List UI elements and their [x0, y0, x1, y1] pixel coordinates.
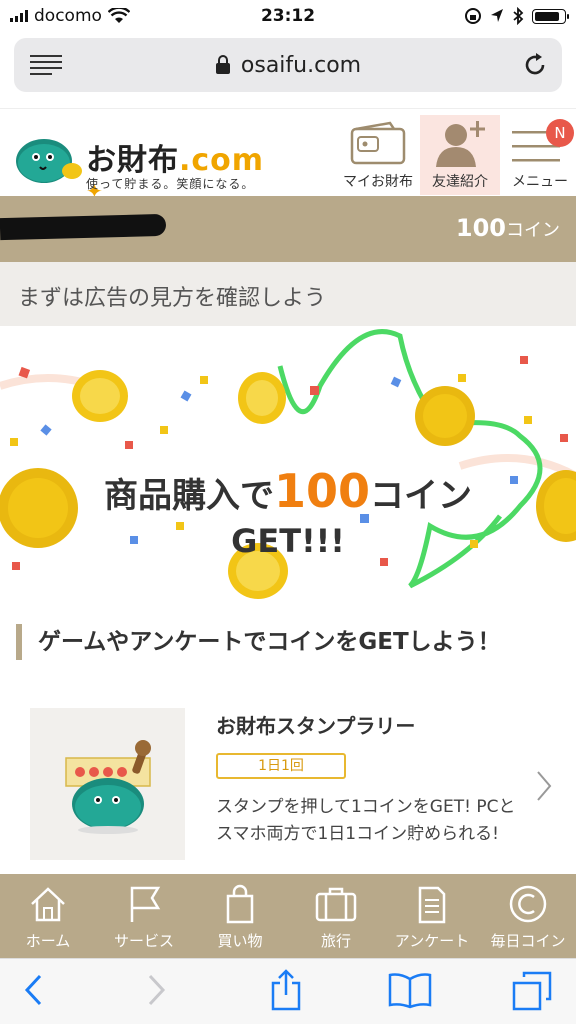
brand-name: お財布 — [86, 143, 179, 178]
stamp-mascot-icon — [65, 740, 151, 834]
coin-unit: コイン — [506, 220, 560, 241]
coin-c-icon — [509, 885, 547, 923]
nav-label: メニュー — [512, 174, 568, 190]
brand-domain: .com — [179, 143, 265, 178]
bottom-nav-daily-coin[interactable]: 毎日コイン — [480, 874, 576, 958]
banner-get-text: GET!!! — [231, 522, 345, 560]
card-thumbnail — [30, 708, 185, 860]
bottom-nav-home[interactable]: ホーム — [0, 874, 96, 958]
back-icon[interactable] — [24, 973, 44, 1007]
tagline: 使って貯まる。笑顔になる。 — [86, 177, 255, 191]
suitcase-icon — [315, 887, 357, 922]
bottom-nav-service[interactable]: サービス — [96, 874, 192, 958]
forward-icon[interactable] — [146, 973, 166, 1007]
banner-headline: 商品購入で100コイン — [0, 464, 576, 518]
tabs-icon[interactable] — [512, 971, 552, 1011]
site-logo[interactable]: お財布.com ✦ 使って貯まる。笑顔になる。 — [14, 123, 274, 203]
bottom-nav-label: ホーム — [25, 932, 71, 950]
bottom-navigation: ホーム サービス 買い物 旅行 アンケート 毎日コイン — [0, 874, 576, 958]
url-text[interactable]: osaifu.com — [241, 53, 361, 78]
nav-label: マイお財布 — [343, 174, 413, 190]
site-header: お財布.com ✦ 使って貯まる。笑顔になる。 マイお財布 友達紹介 N メニュ… — [0, 108, 576, 203]
coin-amount: 100 — [455, 214, 506, 242]
reader-view-icon[interactable] — [30, 55, 62, 75]
bottom-nav-label: 買い物 — [217, 932, 263, 950]
person-add-icon — [436, 121, 485, 167]
coin-balance: 100コイン — [456, 214, 560, 242]
headline-number: 100 — [273, 464, 371, 518]
bottom-nav-travel[interactable]: 旅行 — [288, 874, 384, 958]
battery-icon — [532, 8, 569, 24]
lock-icon — [215, 55, 230, 74]
bottom-nav-label: サービス — [113, 932, 174, 950]
nav-my-wallet[interactable]: マイお財布 — [338, 115, 418, 195]
bottom-nav-shopping[interactable]: 買い物 — [192, 874, 288, 958]
bottom-nav-label: 旅行 — [320, 932, 351, 950]
bottom-nav-label: 毎日コイン — [490, 932, 566, 950]
stamp-rally-card[interactable]: お財布スタンプラリー 1日1回 スタンプを押して1コインをGET! PCとスマホ… — [0, 700, 576, 875]
bookmarks-icon[interactable] — [388, 971, 432, 1009]
rotation-lock-icon — [465, 8, 481, 24]
nav-friend-invite[interactable]: 友達紹介 — [420, 115, 500, 195]
coin-balance-bar: 100コイン — [0, 196, 576, 262]
nav-label: 友達紹介 — [432, 174, 488, 190]
home-icon — [31, 887, 65, 922]
notification-badge: N — [546, 119, 574, 147]
card-description: スタンプを押して1コインをGET! PCとスマホ両方で1日1コイン貯められる! — [216, 797, 516, 844]
headline-suffix: コイン — [370, 476, 473, 516]
browser-toolbar — [0, 958, 576, 1024]
card-title: お財布スタンプラリー — [216, 714, 416, 738]
redacted-username — [0, 213, 167, 241]
wallet-icon — [350, 121, 406, 165]
section-title: ゲームやアンケートでコインをGETしよう！ — [16, 624, 501, 660]
status-bar: docomo 23:12 — [0, 0, 576, 32]
survey-icon — [418, 886, 446, 924]
bottom-nav-label: アンケート — [394, 932, 470, 950]
nav-menu[interactable]: N メニュー — [500, 115, 576, 195]
frequency-badge: 1日1回 — [216, 753, 346, 779]
flag-icon — [130, 886, 161, 922]
bluetooth-icon — [513, 7, 524, 25]
reload-icon[interactable] — [522, 52, 548, 78]
address-bar[interactable]: osaifu.com — [14, 38, 562, 92]
mascot-icon — [16, 139, 82, 183]
location-icon — [491, 9, 503, 22]
shopping-bag-icon — [226, 884, 254, 924]
share-icon[interactable] — [270, 969, 302, 1011]
promo-banner[interactable]: 商品購入で100コイン GET!!! — [0, 326, 576, 608]
headline-prefix: 商品購入で — [103, 476, 274, 516]
bottom-nav-survey[interactable]: アンケート — [384, 874, 480, 958]
chevron-right-icon[interactable] — [536, 770, 552, 802]
ad-guide-heading[interactable]: まずは広告の見方を確認しよう — [0, 262, 576, 326]
